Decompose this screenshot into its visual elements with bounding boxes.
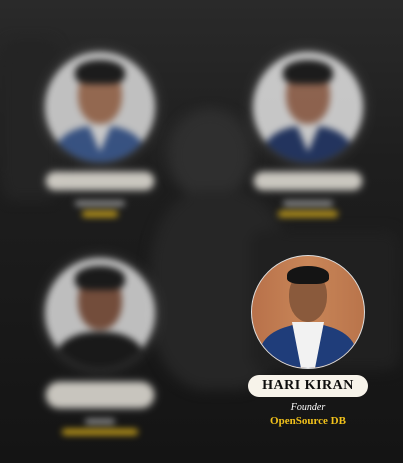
member-name: HARI KIRAN	[248, 375, 368, 397]
member-name-pill	[254, 172, 362, 190]
member-organization: OpenSource DB	[270, 415, 346, 427]
member-photo	[45, 52, 155, 162]
team-card-featured: HARI KIRAN Founder OpenSource DB	[243, 255, 373, 427]
member-role: Founder	[290, 402, 326, 413]
member-photo	[45, 258, 155, 368]
member-name-pill	[46, 382, 154, 408]
team-card-blurred	[40, 258, 160, 435]
team-slide: HARI KIRAN Founder OpenSource DB	[0, 0, 403, 463]
team-card-blurred	[248, 52, 368, 217]
team-card-blurred	[40, 52, 160, 217]
member-photo	[251, 255, 365, 369]
member-name-pill	[46, 172, 154, 190]
member-photo	[253, 52, 363, 162]
